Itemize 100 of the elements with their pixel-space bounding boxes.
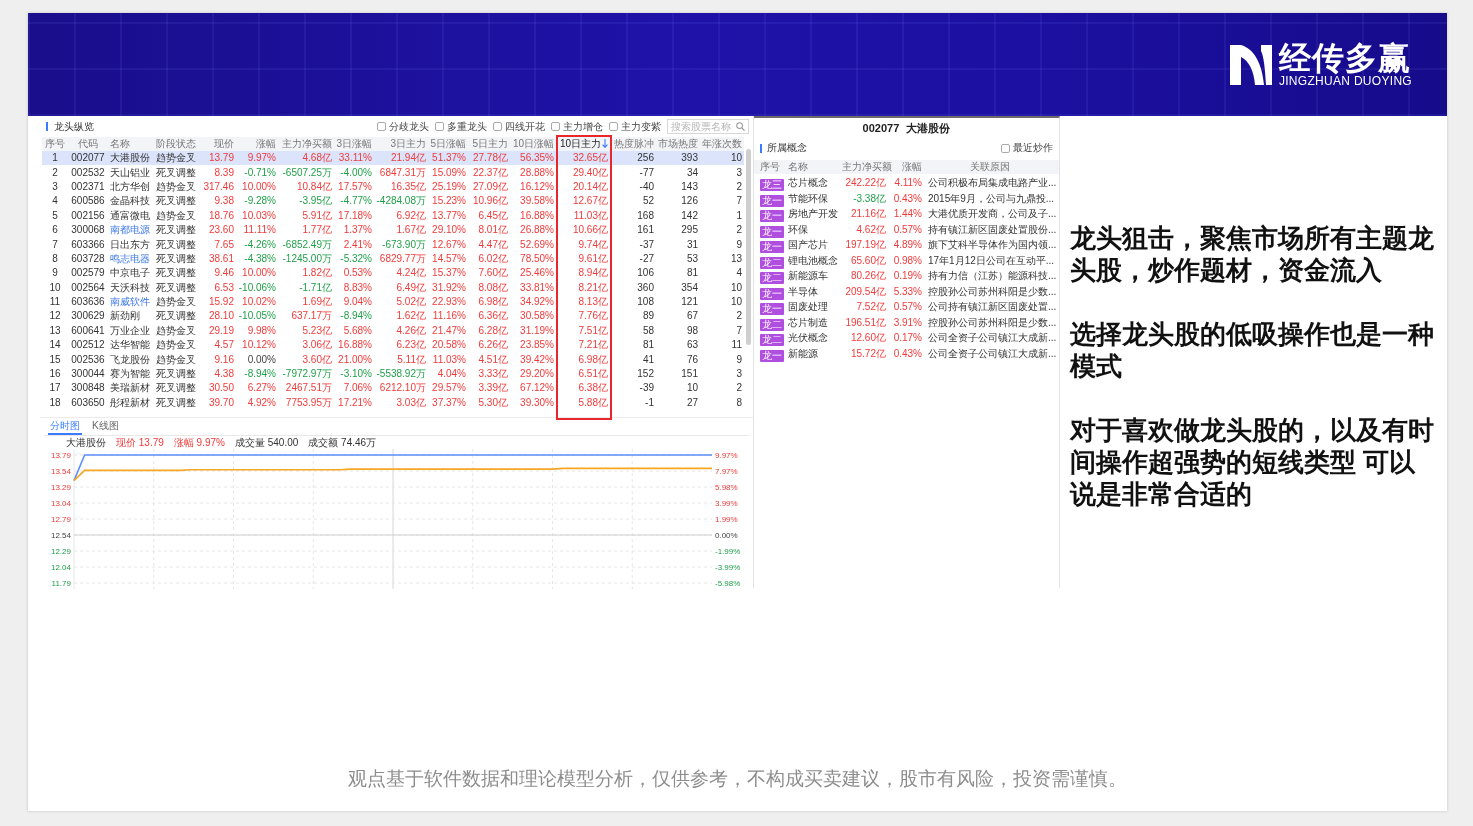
- table-cell-text: 4.04%: [436, 367, 467, 382]
- brand-subtitle: JINGZHUAN DUOYING: [1278, 75, 1412, 88]
- table-cell-text: -5.32%: [339, 251, 373, 266]
- rank-badge: 龙一: [760, 225, 784, 238]
- table-cell-text: 20.14亿: [571, 179, 609, 194]
- scrollbar-thumb[interactable]: [746, 149, 751, 345]
- chart-tab[interactable]: 分时图: [48, 418, 82, 435]
- table-row[interactable]: 3 002371 北方华创 趋势金叉 317.46 10.00% 10.84亿 17.57% 16.35亿 25.19% 27.09亿 16.12% 20.14亿 -40 143 2: [42, 179, 744, 195]
- table-cell-text: -4.26%: [243, 237, 277, 252]
- column-header[interactable]: 现价: [200, 137, 236, 151]
- table-row[interactable]: 2 002532 天山铝业 死叉调整 8.39 -0.71% -6507.25万 -4.00% 6847.31万 15.09% 22.37亿 28.88% 29.40亿 -77 34 3: [42, 165, 744, 180]
- table-cell-text: 637.17万: [290, 309, 333, 324]
- chart-tab[interactable]: K线图: [90, 418, 121, 435]
- table-cell-text: 12.60亿: [849, 331, 887, 345]
- column-header[interactable]: 年涨次数: [700, 137, 744, 151]
- column-header[interactable]: 主力净买额: [278, 137, 334, 151]
- column-header[interactable]: 阶段状态: [154, 137, 200, 151]
- table-row[interactable]: 1 002077 大港股份 趋势金叉 13.79 9.97% 4.68亿 33.11% 21.94亿 51.37% 27.78亿 56.35% 32.65亿 256 393 10: [42, 151, 744, 166]
- table-cell-text: -37: [638, 237, 655, 252]
- checkbox[interactable]: [435, 122, 444, 131]
- table-cell-text: 002536: [70, 352, 106, 367]
- table-row[interactable]: 4 600586 金晶科技 死叉调整 9.38 -9.28% -3.95亿 -4.77% -4284.08万 15.23% 10.96亿 39.58% 12.67亿 52 126 7: [42, 194, 744, 209]
- column-header[interactable]: 5日主力: [468, 137, 510, 151]
- table-row[interactable]: 17 300848 美瑞新材 死叉调整 30.50 6.27% 2467.51万 7.06% 6212.10万 29.57% 3.39亿 67.12% 6.38亿 -39 10 2: [42, 381, 744, 396]
- table-cell-text: -5538.92万: [375, 367, 427, 382]
- table-cell-text: -1.71亿: [298, 280, 333, 295]
- table-cell-text: 大港优质开发商，公司及子...: [927, 207, 1058, 221]
- column-header[interactable]: 序号: [42, 137, 68, 151]
- checkbox-label[interactable]: 分歧龙头: [389, 119, 429, 134]
- table-cell-text: 死叉调整: [155, 381, 197, 396]
- table-cell-text: 9.74亿: [577, 237, 609, 252]
- checkbox[interactable]: [609, 122, 618, 131]
- table-row[interactable]: 11 603636 南威软件 趋势金叉 15.92 10.02% 1.69亿 9.04% 5.02亿 22.93% 6.98亿 34.92% 8.13亿 108 121 10: [42, 294, 744, 310]
- table-cell-text: 002532: [70, 165, 106, 180]
- column-header[interactable]: 3日涨幅: [334, 137, 374, 151]
- axis-label: 12.29: [50, 547, 71, 556]
- disclaimer-text: 观点基于软件数据和理论模型分析，仅供参考，不构成买卖建议，股市有风险，投资需谨慎。: [347, 767, 1128, 791]
- table-cell-text: 死叉调整: [155, 251, 197, 266]
- column-header[interactable]: 关联原因: [924, 160, 1055, 174]
- table-cell-text: 9.98%: [246, 323, 277, 338]
- table-cell-text: 98: [685, 323, 699, 338]
- checkbox-label[interactable]: 主力增仓: [563, 119, 603, 134]
- table-row[interactable]: 5 002156 通富微电 趋势金叉 18.76 10.03% 5.91亿 17.18% 6.92亿 13.77% 6.45亿 16.88% 11.03亿 168 142 1: [42, 208, 744, 223]
- down-arrow-icon: [602, 139, 609, 148]
- column-header[interactable]: 市场热度: [656, 137, 700, 151]
- table-row[interactable]: 6 300068 南都电源 死叉调整 23.60 11.11% 1.77亿 1.37% 1.67亿 29.10% 8.01亿 26.88% 10.66亿 161 295 2: [42, 222, 744, 238]
- column-header[interactable]: 5日涨幅: [428, 137, 468, 151]
- table-cell-text: 2: [735, 309, 743, 324]
- table-cell-text: 27.09亿: [471, 179, 509, 194]
- checkbox-label[interactable]: 四线开花: [505, 119, 545, 134]
- table-cell-text: 3.03亿: [395, 395, 427, 410]
- checkbox[interactable]: [493, 122, 502, 131]
- table-cell-text: 17年1月12日公司在互动平...: [927, 253, 1056, 268]
- table-cell-text: 7.21亿: [577, 338, 609, 353]
- checkbox[interactable]: [377, 122, 386, 131]
- search-field[interactable]: 搜索股票名称: [667, 119, 749, 134]
- table-row[interactable]: 9 002579 中京电子 死叉调整 9.46 10.00% 1.82亿 0.53% 4.24亿 15.37% 7.60亿 25.46% 8.94亿 106 81 4: [42, 266, 744, 281]
- table-cell-text: 30.50: [207, 381, 235, 396]
- column-header[interactable]: 涨幅: [236, 137, 278, 151]
- table-cell-text: 新劲刚: [109, 309, 141, 324]
- column-header[interactable]: 名称: [108, 137, 154, 151]
- table-row[interactable]: 16 300044 赛为智能 死叉调整 4.38 -8.94% -7972.97万 -3.10% -5538.92万 4.04% 3.33亿 29.20% 6.51亿 152 151 3: [42, 366, 744, 382]
- table-cell-text: 256: [636, 151, 655, 166]
- table-cell-text: 光伏概念: [787, 331, 829, 345]
- checkbox[interactable]: [551, 122, 560, 131]
- checkbox[interactable]: [1001, 143, 1010, 153]
- table-cell-text: 39.70: [207, 395, 235, 410]
- checkbox-label[interactable]: 最近炒作: [1013, 141, 1053, 155]
- table-row[interactable]: 7 603366 日出东方 死叉调整 7.65 -4.26% -6852.49万 2.41% -673.90万 12.67% 4.47亿 52.69% 9.74亿 -37 31 9: [42, 237, 744, 252]
- note-paragraph: 龙头狙击，聚焦市场所有主题龙头股，炒作题材，资金流入: [1070, 222, 1435, 286]
- table-cell-text: 26.88%: [519, 223, 555, 238]
- table-cell-text: 002371: [70, 179, 106, 194]
- axis-label: 1.99%: [715, 515, 738, 524]
- column-header[interactable]: 序号: [758, 160, 786, 174]
- table-cell-text: 6.53: [213, 280, 235, 295]
- table-row[interactable]: 13 600641 万业企业 趋势金叉 29.19 9.98% 5.23亿 5.68% 4.26亿 21.47% 6.28亿 31.19% 7.51亿 58 98 7: [42, 323, 744, 339]
- table-row[interactable]: 15 002536 飞龙股份 趋势金叉 9.16 0.00% 3.60亿 21.00% 5.11亿 11.03% 4.51亿 39.42% 6.98亿 41 76 9: [42, 352, 744, 367]
- column-header[interactable]: 10日主力: [556, 137, 612, 151]
- table-cell-text: 飞龙股份: [109, 352, 151, 367]
- table-cell-text: 25.46%: [519, 266, 555, 281]
- table-cell-text: 600641: [70, 323, 106, 338]
- column-header[interactable]: 热度脉冲: [612, 137, 656, 151]
- table-cell-text: 317.46: [202, 179, 235, 194]
- checkbox-label[interactable]: 主力变紫: [621, 119, 661, 134]
- column-header[interactable]: 10日涨幅: [510, 137, 556, 151]
- table-cell-text: -8.94%: [243, 367, 277, 382]
- table-row[interactable]: 12 300629 新劲刚 死叉调整 28.10 -10.05% 637.17万 -8.94% 1.62亿 11.16% 6.36亿 30.58% 7.76亿 89 67 2: [42, 309, 744, 324]
- table-row[interactable]: 10 002564 天沃科技 死叉调整 6.53 -10.06% -1.71亿 8.83% 6.49亿 31.92% 8.08亿 33.81% 8.21亿 360 354 10: [42, 280, 744, 295]
- table-cell-text: 0.57%: [892, 222, 923, 237]
- table-row[interactable]: 14 002512 达华智能 趋势金叉 4.57 10.12% 3.06亿 16.88% 6.23亿 20.58% 6.26亿 23.85% 7.21亿 81 63 11: [42, 338, 744, 353]
- table-row[interactable]: 18 603650 彤程新材 死叉调整 39.70 4.92% 7753.95万 17.21% 3.03亿 37.37% 5.30亿 39.30% 5.88亿 -1 27 8: [42, 395, 744, 411]
- table-cell-text: 节能环保: [787, 191, 829, 206]
- column-header[interactable]: 3日主力: [374, 137, 428, 151]
- table-cell-text: -4284.08万: [375, 194, 427, 209]
- checkbox-label[interactable]: 多重龙头: [447, 119, 487, 134]
- table-cell-text: 6.98亿: [477, 295, 509, 310]
- column-header[interactable]: 代码: [68, 137, 108, 151]
- column-header[interactable]: 名称: [786, 160, 840, 174]
- table-cell-text: -6852.49万: [281, 237, 333, 252]
- table-row[interactable]: 8 603728 鸣志电器 死叉调整 38.61 -4.38% -1245.00万 -5.32% 6829.77万 14.57% 6.02亿 78.50% 9.61亿 -27 53 13: [42, 251, 744, 267]
